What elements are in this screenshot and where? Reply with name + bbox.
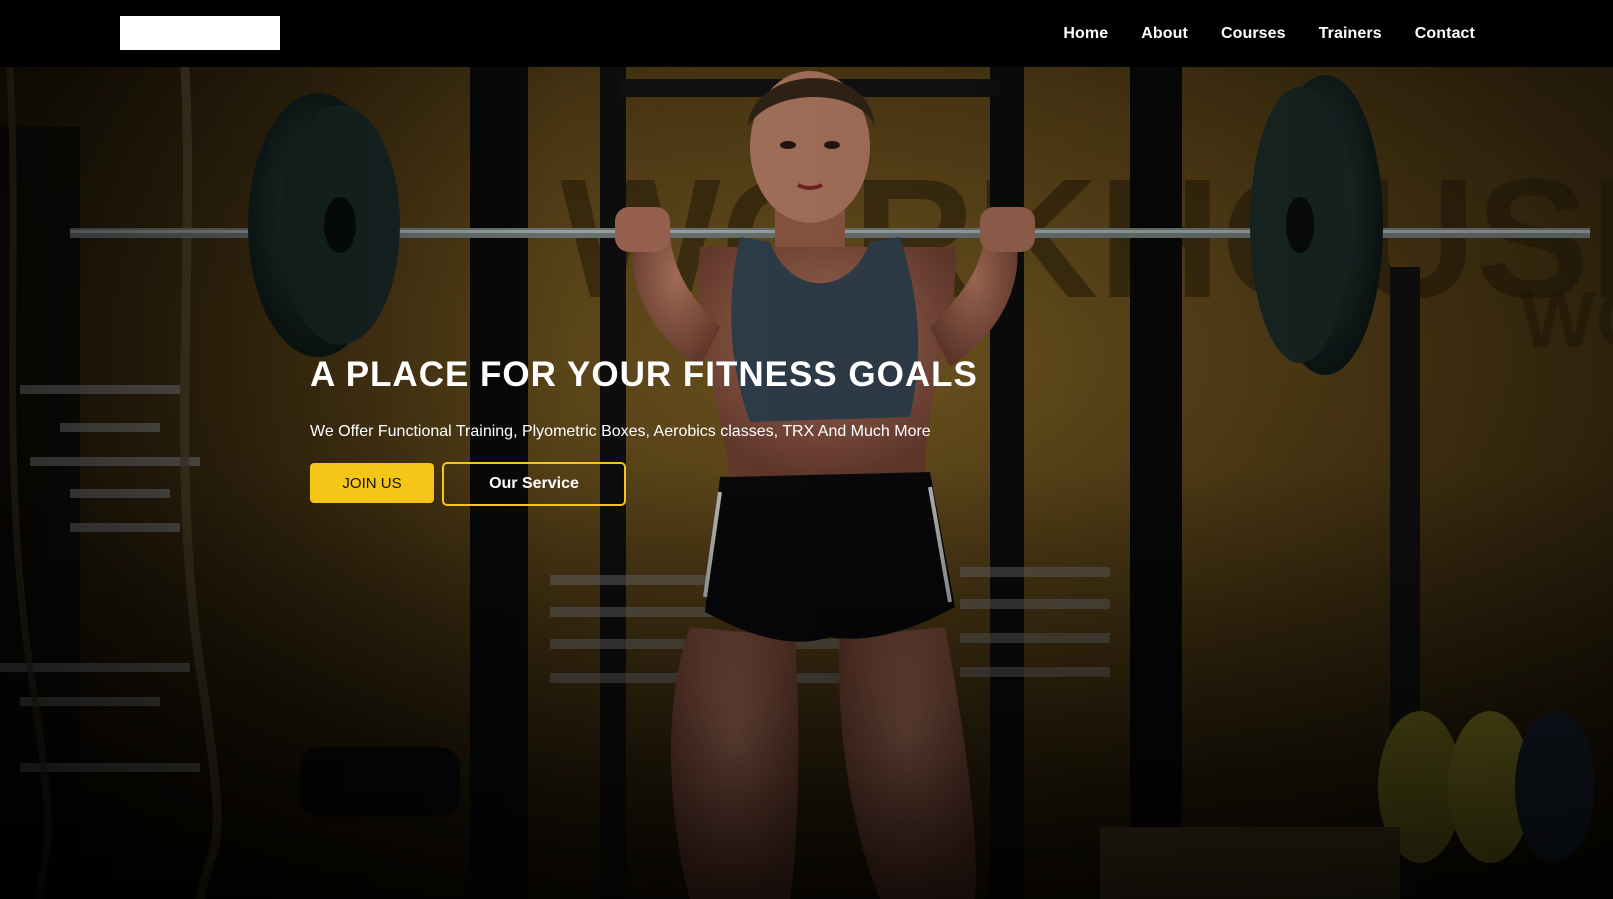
nav-link-courses[interactable]: Courses [1221,25,1286,43]
nav-link-about[interactable]: About [1141,25,1188,43]
our-service-button[interactable]: Our Service [442,462,626,506]
navbar: Home About Courses Trainers Contact [0,0,1613,67]
hero-content: A PLACE FOR YOUR FITNESS GOALS We Offer … [310,357,1070,506]
hero-section: WORKHOUSE WO [0,67,1613,899]
nav-link-home[interactable]: Home [1063,25,1108,43]
hero-buttons: JOIN US Our Service [310,462,1070,506]
hero-title: A PLACE FOR YOUR FITNESS GOALS [310,355,978,394]
site-logo[interactable] [120,16,280,50]
join-us-button[interactable]: JOIN US [310,463,434,503]
hero-subtitle: We Offer Functional Training, Plyometric… [310,423,931,440]
nav-link-contact[interactable]: Contact [1415,25,1475,43]
nav-menu: Home About Courses Trainers Contact [1063,0,1475,67]
nav-link-trainers[interactable]: Trainers [1319,25,1382,43]
